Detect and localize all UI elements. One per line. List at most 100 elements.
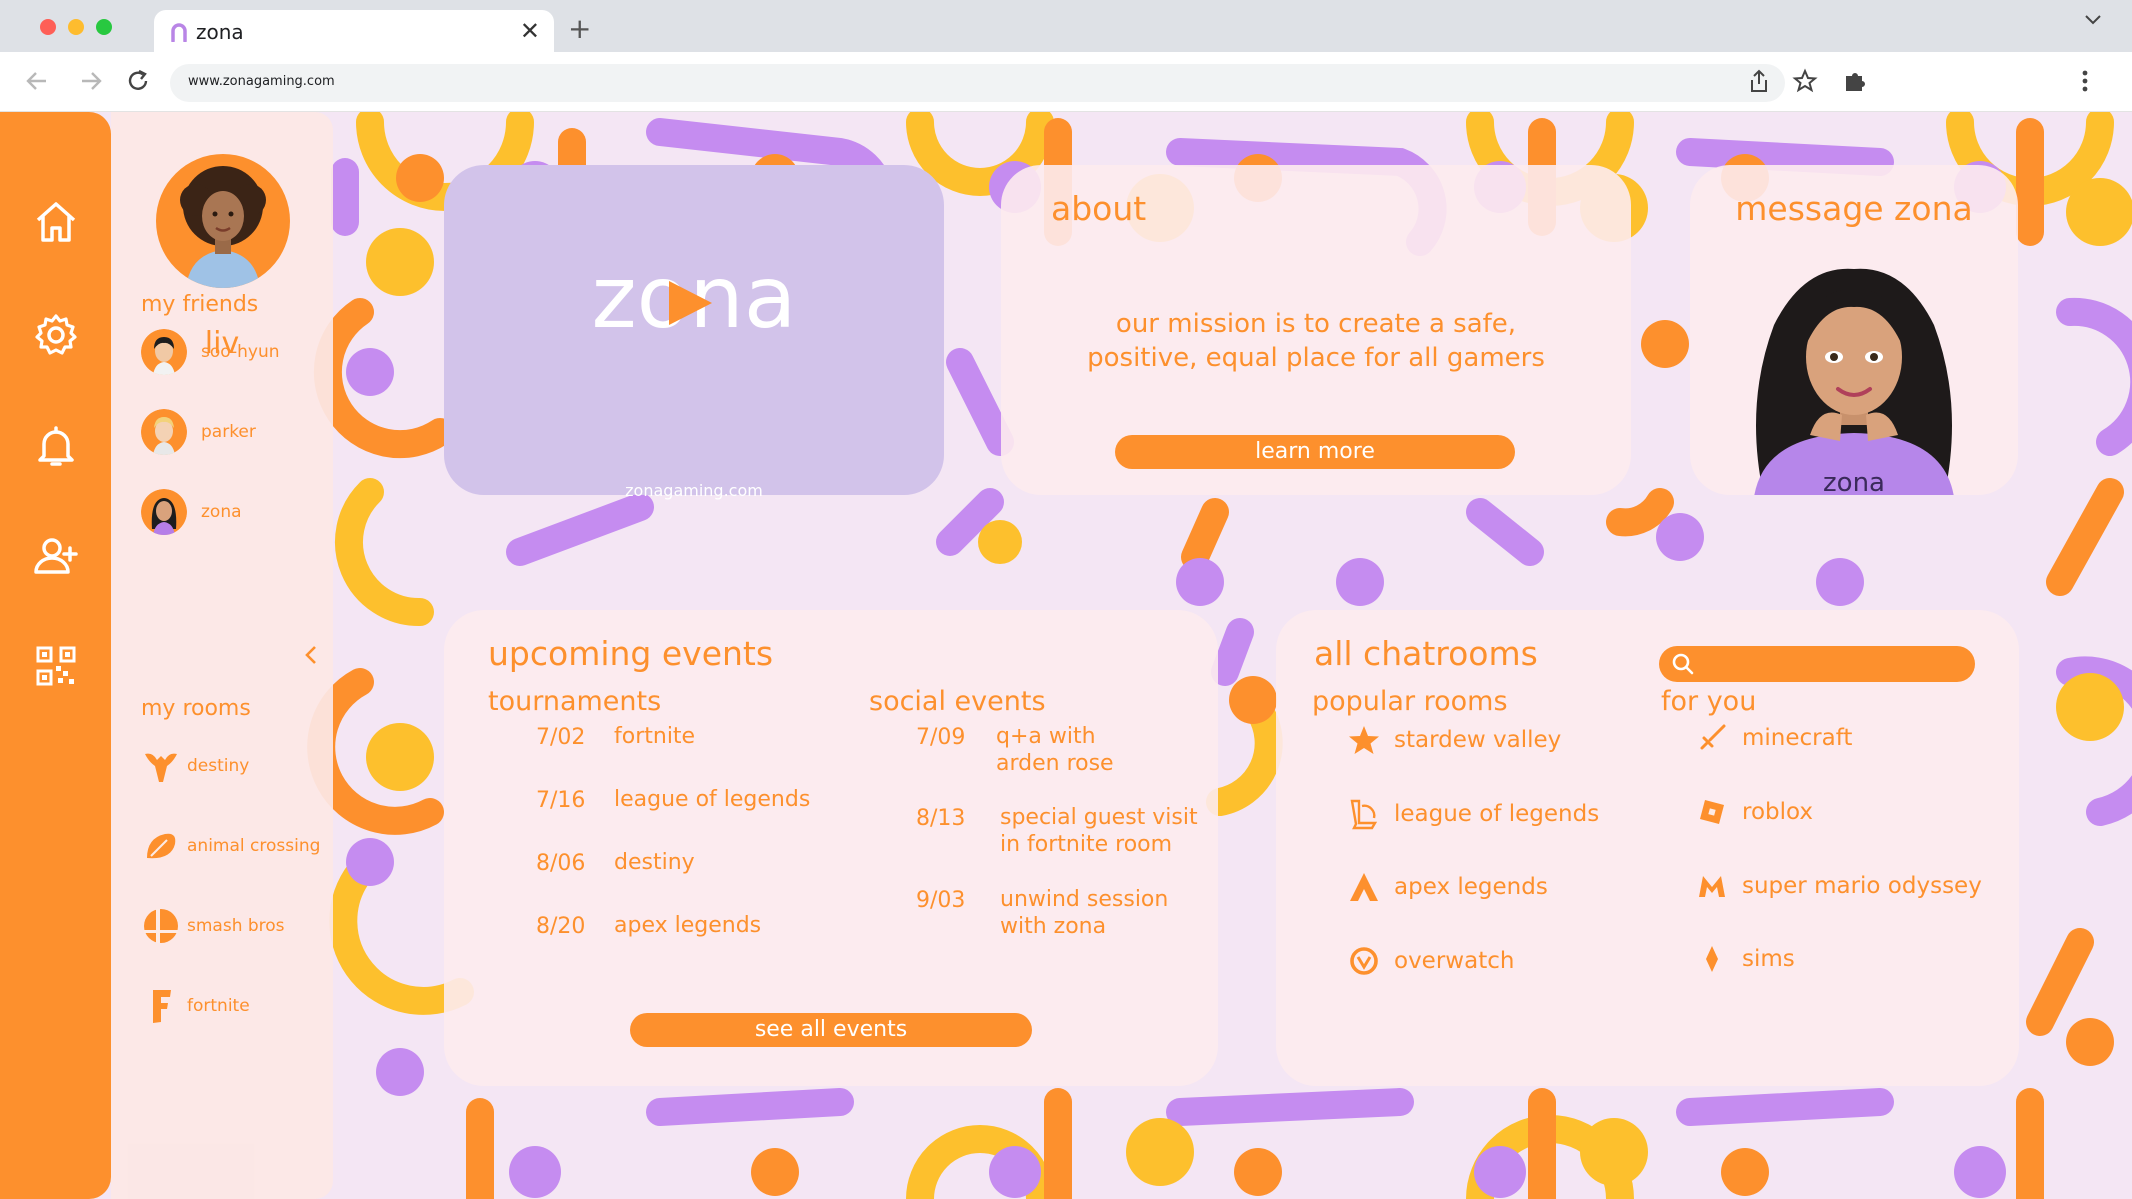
message-zona-card[interactable]: message zona zona [1690, 165, 2018, 495]
tab-title: zona [196, 20, 244, 44]
learn-more-button[interactable]: learn more [1115, 435, 1515, 469]
tab-close-icon[interactable]: ✕ [520, 17, 540, 45]
reload-icon[interactable] [125, 68, 151, 94]
minimize-window-button[interactable] [68, 19, 84, 35]
kebab-menu-icon[interactable] [2080, 68, 2090, 94]
browser-tab-bar: zona ✕ + [0, 0, 2132, 52]
tournaments-heading: tournaments [488, 686, 662, 717]
close-window-button[interactable] [40, 19, 56, 35]
roblox-icon [1694, 794, 1730, 830]
league-icon [1346, 796, 1382, 832]
events-title: upcoming events [488, 634, 774, 673]
about-card: about our mission is to create a safe, p… [1001, 165, 1631, 495]
chatrooms-card: all chatrooms popular rooms stardew vall… [1276, 610, 2019, 1086]
social-events-heading: social events [869, 686, 1046, 717]
event-name[interactable]: special guest visit in fortnite room [1000, 804, 1198, 858]
event-date: 8/06 [536, 851, 586, 876]
new-tab-button[interactable]: + [568, 12, 591, 45]
home-icon[interactable] [32, 198, 80, 246]
gear-icon[interactable] [32, 311, 80, 359]
event-name[interactable]: apex legends [614, 912, 761, 939]
chatroom-item[interactable]: super mario odyssey [1694, 868, 1982, 904]
brand-card[interactable]: zona zonagaming.com [444, 165, 944, 500]
room-name: fortnite [187, 996, 250, 1016]
qr-code-icon[interactable] [32, 642, 80, 690]
room-item[interactable]: animal crossing [141, 826, 320, 866]
mario-icon [1694, 868, 1730, 904]
share-icon[interactable] [1748, 68, 1770, 94]
see-all-events-button[interactable]: see all events [630, 1013, 1032, 1047]
friend-name: soo-hyun [201, 342, 280, 362]
chatroom-item[interactable]: overwatch [1346, 943, 1514, 979]
friend-name: zona [201, 502, 242, 522]
extensions-puzzle-icon[interactable] [1842, 68, 1868, 94]
chatroom-item[interactable]: league of legends [1346, 796, 1599, 832]
apex-icon [1346, 869, 1382, 905]
event-name[interactable]: fortnite [614, 723, 695, 750]
event-name[interactable]: destiny [614, 849, 695, 876]
mission-text: our mission is to create a safe, positiv… [1031, 307, 1601, 375]
room-item[interactable]: destiny [141, 746, 249, 786]
event-name-line: arden rose [996, 751, 1114, 776]
mission-line: positive, equal place for all gamers [1087, 343, 1545, 373]
room-name: destiny [187, 756, 250, 776]
for-you-heading: for you [1661, 686, 1757, 717]
chatroom-item[interactable]: roblox [1694, 794, 1813, 830]
nav-rail [0, 112, 111, 1199]
chatroom-item[interactable]: sims [1694, 941, 1795, 977]
mission-line: our mission is to create a safe, [1115, 309, 1517, 339]
chatroom-name: overwatch [1394, 948, 1515, 974]
event-name-line: in fortnite room [1000, 832, 1173, 857]
zona-avatar-illustration: zona [1754, 268, 1954, 495]
chatroom-item[interactable]: stardew valley [1346, 722, 1561, 758]
chatroom-search-input[interactable] [1659, 646, 1975, 682]
bell-icon[interactable] [32, 422, 80, 470]
chatroom-name: apex legends [1394, 874, 1548, 900]
rooms-heading: my rooms [141, 696, 251, 721]
friend-item[interactable]: zona [141, 489, 242, 535]
room-name: smash bros [187, 916, 285, 936]
fortnite-icon [141, 986, 181, 1026]
add-user-icon[interactable] [32, 532, 80, 580]
event-name[interactable]: league of legends [614, 786, 810, 813]
star-icon [1346, 722, 1382, 758]
chatroom-name: league of legends [1394, 801, 1600, 827]
friend-name: parker [201, 422, 256, 442]
chatroom-item[interactable]: apex legends [1346, 869, 1548, 905]
zona-favicon-icon [171, 23, 187, 42]
sidebar: liv my friends soo-hyun parker zona my r… [111, 112, 333, 1199]
page: liv my friends soo-hyun parker zona my r… [0, 112, 2132, 1199]
event-name[interactable]: unwind session with zona [1000, 886, 1168, 940]
chevron-down-icon[interactable] [2084, 14, 2102, 26]
overwatch-icon [1346, 943, 1382, 979]
message-title: message zona [1735, 189, 1973, 228]
event-name-line: q+a with [996, 724, 1096, 749]
browser-toolbar: www.zonagaming.com [0, 52, 2132, 112]
friend-avatar [141, 329, 187, 375]
chatroom-name: roblox [1742, 799, 1813, 825]
room-name: animal crossing [187, 836, 321, 856]
chevron-left-icon[interactable] [304, 644, 318, 666]
chatroom-item[interactable]: minecraft [1694, 720, 1852, 756]
friend-item[interactable]: parker [141, 409, 256, 455]
friend-avatar [141, 409, 187, 455]
user-avatar[interactable] [156, 154, 290, 288]
event-name-line: special guest visit [1000, 805, 1198, 830]
friend-item[interactable]: soo-hyun [141, 329, 280, 375]
event-date: 7/16 [536, 788, 586, 813]
about-title: about [1051, 189, 1147, 228]
plumbob-icon [1694, 941, 1730, 977]
back-arrow-icon[interactable] [24, 68, 50, 94]
friends-heading: my friends [141, 292, 259, 317]
event-name[interactable]: q+a with arden rose [996, 723, 1114, 777]
popular-rooms-heading: popular rooms [1312, 686, 1508, 717]
browser-tab[interactable]: zona ✕ [154, 10, 554, 52]
chatroom-name: minecraft [1742, 725, 1853, 751]
event-date: 7/09 [916, 725, 966, 750]
room-item[interactable]: smash bros [141, 906, 285, 946]
bookmark-star-icon[interactable] [1792, 68, 1818, 94]
room-item[interactable]: fortnite [141, 986, 250, 1026]
address-bar[interactable]: www.zonagaming.com [170, 64, 1785, 102]
forward-arrow-icon[interactable] [78, 68, 104, 94]
maximize-window-button[interactable] [96, 19, 112, 35]
